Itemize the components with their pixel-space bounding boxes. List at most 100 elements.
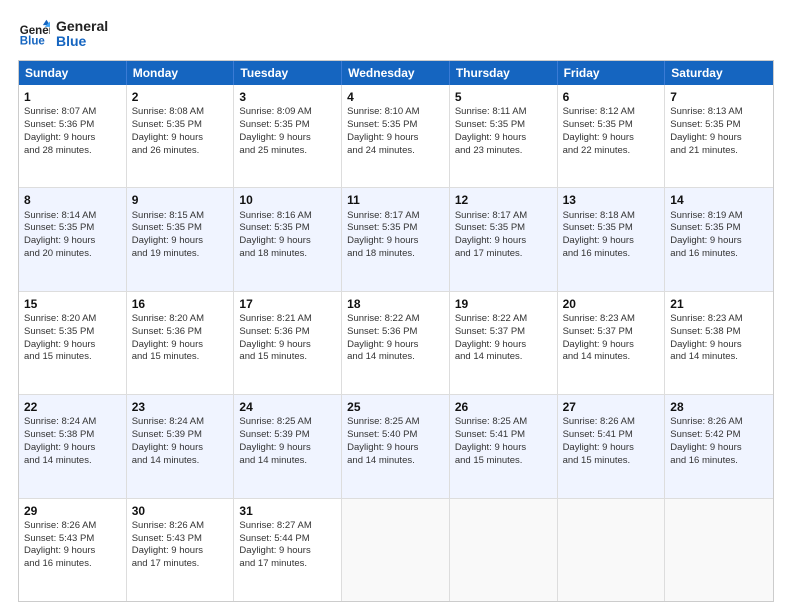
day-info-line: Daylight: 9 hours	[347, 132, 444, 145]
day-info-line: Daylight: 9 hours	[132, 132, 229, 145]
day-info-line: and 16 minutes.	[24, 558, 121, 571]
day-info-line: Daylight: 9 hours	[239, 545, 336, 558]
day-info-line: Sunrise: 8:15 AM	[132, 210, 229, 223]
day-number: 29	[24, 503, 121, 519]
cal-cell-10: 10Sunrise: 8:16 AMSunset: 5:35 PMDayligh…	[234, 188, 342, 290]
day-info-line: Sunset: 5:36 PM	[24, 119, 121, 132]
day-info-line: Sunrise: 8:20 AM	[132, 313, 229, 326]
day-info-line: Sunrise: 8:16 AM	[239, 210, 336, 223]
cal-cell-2: 2Sunrise: 8:08 AMSunset: 5:35 PMDaylight…	[127, 85, 235, 187]
logo-text-general: General	[56, 19, 108, 34]
day-number: 18	[347, 296, 444, 312]
day-number: 19	[455, 296, 552, 312]
day-info-line: Sunrise: 8:25 AM	[347, 416, 444, 429]
svg-text:Blue: Blue	[20, 36, 46, 48]
day-info-line: Sunrise: 8:26 AM	[670, 416, 768, 429]
day-info-line: Daylight: 9 hours	[24, 545, 121, 558]
day-info-line: Sunset: 5:35 PM	[670, 119, 768, 132]
calendar-body: 1Sunrise: 8:07 AMSunset: 5:36 PMDaylight…	[19, 85, 773, 601]
cal-cell-31: 31Sunrise: 8:27 AMSunset: 5:44 PMDayligh…	[234, 499, 342, 601]
day-info-line: Sunrise: 8:14 AM	[24, 210, 121, 223]
day-info-line: and 14 minutes.	[347, 351, 444, 364]
day-info-line: Sunset: 5:41 PM	[563, 429, 660, 442]
cal-cell-11: 11 Sunrise: 8:17 AMSunset: 5:35 PMDayligh…	[342, 188, 450, 290]
day-info-line: and 17 minutes.	[455, 248, 552, 261]
day-number: 6	[563, 89, 660, 105]
logo-icon: General Blue	[18, 18, 50, 50]
cal-cell-1: 1Sunrise: 8:07 AMSunset: 5:36 PMDaylight…	[19, 85, 127, 187]
cal-cell-8: 8Sunrise: 8:14 AMSunset: 5:35 PMDaylight…	[19, 188, 127, 290]
day-info-line: Daylight: 9 hours	[347, 339, 444, 352]
cal-cell-14: 14Sunrise: 8:19 AMSunset: 5:35 PMDayligh…	[665, 188, 773, 290]
day-info-line: Sunrise: 8:11 AM	[455, 106, 552, 119]
day-info-line: and 14 minutes.	[563, 351, 660, 364]
day-number: 4	[347, 89, 444, 105]
day-info-line: Sunset: 5:37 PM	[455, 326, 552, 339]
day-number: 28	[670, 399, 768, 415]
day-number: 7	[670, 89, 768, 105]
day-info-line: Sunset: 5:38 PM	[24, 429, 121, 442]
day-number: 13	[563, 192, 660, 208]
day-info-line: Sunset: 5:42 PM	[670, 429, 768, 442]
day-info-line: Daylight: 9 hours	[239, 132, 336, 145]
cal-cell-26: 26Sunrise: 8:25 AMSunset: 5:41 PMDayligh…	[450, 395, 558, 497]
cal-cell-7: 7Sunrise: 8:13 AMSunset: 5:35 PMDaylight…	[665, 85, 773, 187]
cal-cell-20: 20Sunrise: 8:23 AMSunset: 5:37 PMDayligh…	[558, 292, 666, 394]
day-number: 9	[132, 192, 229, 208]
day-info-line: Daylight: 9 hours	[239, 339, 336, 352]
day-info-line: and 26 minutes.	[132, 145, 229, 158]
day-info-line: Sunset: 5:39 PM	[239, 429, 336, 442]
day-info-line: Sunrise: 8:26 AM	[132, 520, 229, 533]
cal-row-1: 8Sunrise: 8:14 AMSunset: 5:35 PMDaylight…	[19, 188, 773, 291]
cal-row-4: 29Sunrise: 8:26 AMSunset: 5:43 PMDayligh…	[19, 499, 773, 601]
day-info-line: Sunrise: 8:19 AM	[670, 210, 768, 223]
cal-cell-19: 19Sunrise: 8:22 AMSunset: 5:37 PMDayligh…	[450, 292, 558, 394]
day-number: 23	[132, 399, 229, 415]
cal-cell-empty	[450, 499, 558, 601]
day-info-line: Sunrise: 8:18 AM	[563, 210, 660, 223]
day-info-line: Sunrise: 8:17 AM	[347, 210, 444, 223]
day-info-line: Sunrise: 8:13 AM	[670, 106, 768, 119]
cal-cell-17: 17Sunrise: 8:21 AMSunset: 5:36 PMDayligh…	[234, 292, 342, 394]
day-info-line: Daylight: 9 hours	[670, 442, 768, 455]
day-info-line: Sunset: 5:35 PM	[347, 222, 444, 235]
day-info-line: Daylight: 9 hours	[347, 235, 444, 248]
day-info-line: and 14 minutes.	[670, 351, 768, 364]
day-info-line: Daylight: 9 hours	[132, 235, 229, 248]
day-info-line: Sunset: 5:35 PM	[239, 222, 336, 235]
day-info-line: Sunrise: 8:24 AM	[132, 416, 229, 429]
day-info-line: Sunrise: 8:23 AM	[670, 313, 768, 326]
day-number: 21	[670, 296, 768, 312]
day-info-line: and 15 minutes.	[24, 351, 121, 364]
cal-cell-4: 4Sunrise: 8:10 AMSunset: 5:35 PMDaylight…	[342, 85, 450, 187]
day-info-line: Sunrise: 8:09 AM	[239, 106, 336, 119]
day-info-line: Sunrise: 8:26 AM	[563, 416, 660, 429]
day-info-line: Daylight: 9 hours	[132, 339, 229, 352]
cal-cell-23: 23Sunrise: 8:24 AMSunset: 5:39 PMDayligh…	[127, 395, 235, 497]
day-info-line: Sunset: 5:35 PM	[24, 222, 121, 235]
day-info-line: Sunset: 5:35 PM	[455, 222, 552, 235]
day-info-line: and 19 minutes.	[132, 248, 229, 261]
day-info-line: Sunset: 5:44 PM	[239, 533, 336, 546]
day-info-line: Sunrise: 8:07 AM	[24, 106, 121, 119]
day-info-line: Sunset: 5:39 PM	[132, 429, 229, 442]
day-number: 27	[563, 399, 660, 415]
day-info-line: Sunset: 5:35 PM	[132, 119, 229, 132]
cal-cell-15: 15Sunrise: 8:20 AMSunset: 5:35 PMDayligh…	[19, 292, 127, 394]
cal-cell-30: 30Sunrise: 8:26 AMSunset: 5:43 PMDayligh…	[127, 499, 235, 601]
cal-cell-22: 22Sunrise: 8:24 AMSunset: 5:38 PMDayligh…	[19, 395, 127, 497]
day-info-line: and 16 minutes.	[563, 248, 660, 261]
day-number: 11	[347, 192, 444, 208]
day-info-line: Daylight: 9 hours	[24, 339, 121, 352]
day-info-line: Daylight: 9 hours	[239, 442, 336, 455]
day-info-line: Sunset: 5:35 PM	[563, 222, 660, 235]
day-info-line: and 18 minutes.	[347, 248, 444, 261]
day-number: 1	[24, 89, 121, 105]
cal-header-wednesday: Wednesday	[342, 61, 450, 85]
day-info-line: Sunset: 5:36 PM	[132, 326, 229, 339]
day-number: 10	[239, 192, 336, 208]
logo-text-blue: Blue	[56, 34, 108, 49]
day-number: 24	[239, 399, 336, 415]
day-info-line: Sunset: 5:35 PM	[347, 119, 444, 132]
day-info-line: and 15 minutes.	[455, 455, 552, 468]
